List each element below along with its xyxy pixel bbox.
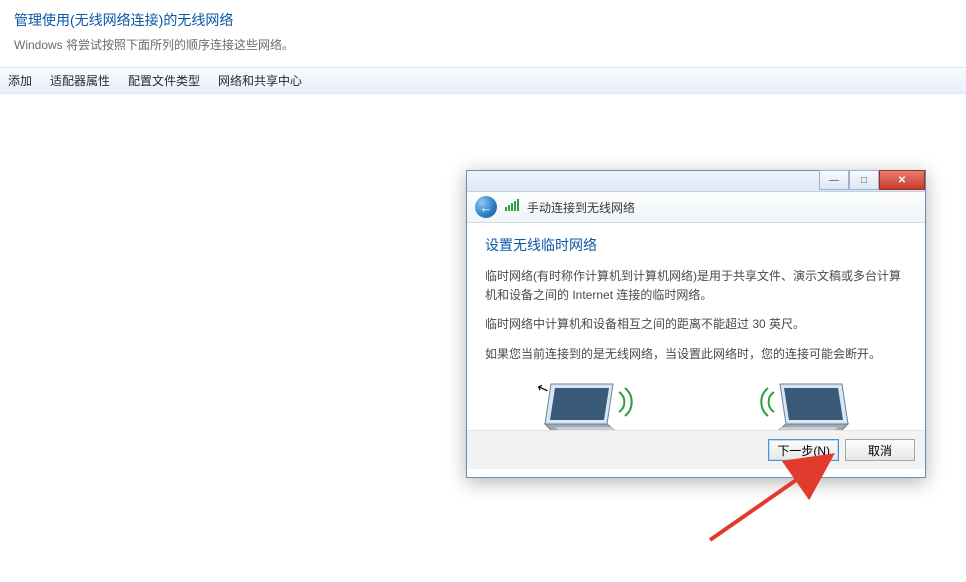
dialog-heading: 设置无线临时网络: [485, 235, 907, 255]
wizard-header: ← 手动连接到无线网络: [467, 192, 925, 223]
back-arrow-icon: ←: [480, 200, 493, 215]
page-subtitle: Windows 将尝试按照下面所列的顺序连接这些网络。: [14, 36, 952, 53]
dialog-paragraph-1: 临时网络(有时称作计算机到计算机网络)是用于共享文件、演示文稿或多台计算机和设备…: [485, 267, 907, 305]
toolbar-profile-type[interactable]: 配置文件类型: [128, 72, 200, 89]
dialog-titlebar: — □ ✕: [467, 171, 925, 192]
close-button[interactable]: ✕: [879, 170, 925, 190]
back-button[interactable]: ←: [475, 196, 497, 218]
next-button[interactable]: 下一步(N): [768, 439, 839, 461]
maximize-button[interactable]: □: [849, 170, 879, 190]
dialog-body: 设置无线临时网络 临时网络(有时称作计算机到计算机网络)是用于共享文件、演示文稿…: [467, 223, 925, 464]
cancel-button[interactable]: 取消: [845, 439, 915, 461]
page-header: 管理使用(无线网络连接)的无线网络 Windows 将尝试按照下面所列的顺序连接…: [0, 0, 966, 67]
toolbar-add[interactable]: 添加: [8, 72, 32, 89]
minimize-button[interactable]: —: [819, 170, 849, 190]
toolbar-adapter-properties[interactable]: 适配器属性: [50, 72, 110, 89]
button-row: 下一步(N) 取消: [467, 430, 925, 469]
wizard-dialog: — □ ✕ ← 手动连接到无线网络 设置无线临时网络 临时网络(有时称作计算机到…: [466, 170, 926, 478]
dialog-paragraph-3: 如果您当前连接到的是无线网络，当设置此网络时，您的连接可能会断开。: [485, 345, 907, 364]
wizard-breadcrumb: 手动连接到无线网络: [527, 199, 635, 216]
toolbar: 添加 适配器属性 配置文件类型 网络和共享中心: [0, 67, 966, 94]
window-controls: — □ ✕: [819, 170, 925, 188]
toolbar-network-center[interactable]: 网络和共享中心: [218, 72, 302, 89]
page-title: 管理使用(无线网络连接)的无线网络: [14, 10, 952, 30]
dialog-paragraph-2: 临时网络中计算机和设备相互之间的距离不能超过 30 英尺。: [485, 315, 907, 334]
wifi-signal-icon: [505, 199, 519, 214]
